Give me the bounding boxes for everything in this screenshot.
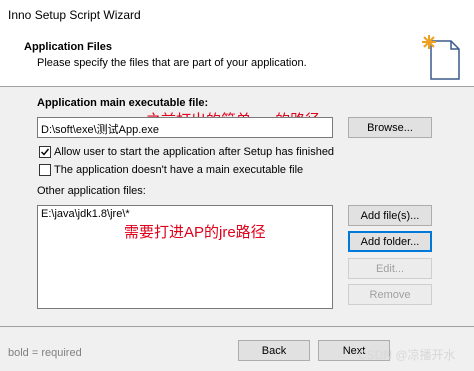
jre-path-annotation: 需要打进AP的jre路径	[124, 224, 266, 241]
back-label: Back	[261, 345, 287, 357]
browse-button[interactable]: Browse...	[348, 117, 432, 138]
watermark: CSDN @凉播开水	[358, 348, 456, 362]
wizard-document-icon	[422, 35, 460, 80]
list-item[interactable]: E:\java\jdk1.8\jre\*	[41, 208, 130, 220]
add-folder-button[interactable]: Add folder...	[348, 231, 432, 252]
main-exe-label: Application main executable file:	[37, 97, 209, 109]
other-files-label: Other application files:	[37, 185, 146, 197]
no-main-exe-label: The application doesn't have a main exec…	[54, 164, 304, 176]
allow-start-checkbox[interactable]	[39, 146, 51, 158]
edit-button[interactable]: Edit...	[348, 258, 432, 279]
main-exe-field[interactable]: D:\soft\exe\测试App.exe	[37, 117, 333, 138]
page-title: Application Files	[24, 41, 113, 53]
window-title: Inno Setup Script Wizard	[8, 8, 141, 22]
footer-divider	[0, 326, 474, 327]
remove-button[interactable]: Remove	[348, 284, 432, 305]
main-exe-value: D:\soft\exe\测试App.exe	[41, 124, 159, 136]
back-button[interactable]: Back	[238, 340, 310, 361]
checkmark-icon	[41, 148, 50, 156]
page-subtitle: Please specify the files that are part o…	[37, 57, 307, 69]
allow-start-label: Allow user to start the application afte…	[54, 146, 335, 158]
no-main-exe-checkbox[interactable]	[39, 164, 51, 176]
required-legend: bold = required	[8, 347, 82, 359]
add-files-button[interactable]: Add file(s)...	[348, 205, 432, 226]
